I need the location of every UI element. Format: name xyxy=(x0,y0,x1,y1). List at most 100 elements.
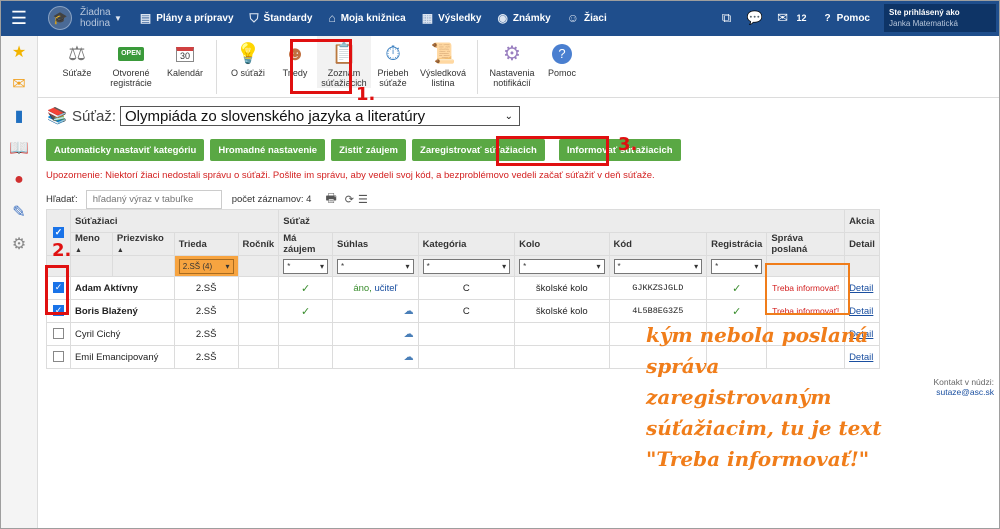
registration-check-icon: ✓ xyxy=(706,276,768,300)
kategoria-filter-select[interactable]: * ▾ xyxy=(422,258,511,274)
nav-library[interactable]: ⌂ Moja knižnica xyxy=(328,11,405,25)
person-icon: ☻ xyxy=(284,43,306,65)
auto-category-button[interactable]: Automaticky nastaviť kategóriu xyxy=(46,139,205,161)
nav-standards[interactable]: ⛉ Štandardy xyxy=(250,11,313,26)
sort-asc-icon: ▲ xyxy=(74,247,82,254)
tool-notification-settings[interactable]: ⚙ Nastavenia notifikácií xyxy=(484,36,540,88)
table-row: ✓ Adam Aktívny 2.SŠ ✓ áno, učiteľ C škol… xyxy=(46,276,880,300)
column-header-priezvisko[interactable]: Priezvisko ▲ xyxy=(111,232,175,256)
group-header-students: Súťažiaci xyxy=(69,209,280,233)
row-select-cell: ✓ xyxy=(46,276,71,300)
nav-plans[interactable]: ▤ Plány a prípravy xyxy=(140,11,234,25)
registracia-filter-select[interactable]: * ▾ xyxy=(711,258,763,274)
row-checkbox[interactable] xyxy=(52,328,64,340)
column-header-trieda[interactable]: Trieda xyxy=(173,232,239,256)
cloud-upload-icon[interactable]: ☁ xyxy=(404,306,414,317)
settings-gear-icon[interactable]: ⚙ xyxy=(0,228,38,260)
tool-contests[interactable]: ⚖ Súťaže xyxy=(52,36,102,78)
tool-about-contest[interactable]: 💡 O súťaži xyxy=(223,36,273,78)
column-header-rocnik[interactable]: Ročník xyxy=(237,232,280,256)
students-icon: ☺ xyxy=(566,11,579,25)
tool-open-registrations[interactable]: OPEN Otvorené registrácie xyxy=(102,36,160,88)
grades-icon: ◉ xyxy=(497,11,508,25)
column-header-kod[interactable]: Kód xyxy=(608,232,708,256)
column-header-registracia[interactable]: Registrácia xyxy=(706,232,768,256)
book-icon[interactable]: ▮ xyxy=(0,100,38,132)
open-book-icon[interactable]: 📖 xyxy=(0,132,38,164)
contest-select[interactable]: Olympiáda zo slovenského jazyka a litera… xyxy=(119,106,520,126)
row-checkbox[interactable] xyxy=(52,351,64,363)
user-box[interactable]: Ste prihlásený ako Janka Matematická xyxy=(884,4,996,32)
nav-students[interactable]: ☺ Žiaci xyxy=(567,11,607,25)
student-name[interactable]: Cyril Cichý xyxy=(69,322,175,346)
zaujem-filter-select[interactable]: * ▾ xyxy=(283,258,329,274)
user-name: Janka Matematická xyxy=(889,19,958,28)
kod-filter-select[interactable]: * ▾ xyxy=(613,258,703,274)
cloud-upload-icon[interactable]: ☁ xyxy=(404,352,414,363)
screen-share-icon[interactable]: ⧉ xyxy=(713,10,741,26)
chevron-down-icon: ▾ xyxy=(320,261,325,271)
left-sidebar: ★ ✉ ▮ 📖 ● ✎ ⚙ xyxy=(0,36,38,529)
help-button[interactable]: ? Pomoc xyxy=(825,13,870,24)
detail-link[interactable]: Detail xyxy=(849,306,873,317)
student-name[interactable]: Boris Blažený xyxy=(69,299,175,323)
annotation-note: kým nebola poslaná správa zaregistrovaný… xyxy=(646,323,882,471)
cloud-upload-icon[interactable]: ☁ xyxy=(404,329,414,340)
find-interest-button[interactable]: Zistiť záujem xyxy=(331,139,407,161)
column-header-suhlas[interactable]: Súhlas xyxy=(332,232,419,256)
student-class: 2.SŠ xyxy=(173,276,239,300)
columns-icon[interactable]: ☰ xyxy=(358,193,368,206)
kolo-filter-select[interactable]: * ▾ xyxy=(519,258,605,274)
suhlas-filter-select[interactable]: * ▾ xyxy=(337,258,414,274)
school-logo-icon[interactable]: 🎓 xyxy=(48,6,72,30)
tool-results-list[interactable]: 📜 Výsledková listina xyxy=(415,36,471,88)
discussion-icon[interactable]: ● xyxy=(0,164,38,196)
results-icon: ▦ xyxy=(421,11,434,25)
plans-icon: ▤ xyxy=(139,11,152,25)
column-header-zaujem[interactable]: Má záujem xyxy=(278,232,334,256)
column-header-meno[interactable]: Meno ▲ xyxy=(69,232,113,256)
chevron-down-icon: ▾ xyxy=(694,261,699,271)
gear-icon: ⚙ xyxy=(503,43,521,65)
pen-icon[interactable]: ✎ xyxy=(0,196,38,228)
lesson-selector[interactable]: Žiadna hodina xyxy=(80,7,112,29)
student-name[interactable]: Adam Aktívny xyxy=(69,276,175,300)
chat-icon[interactable]: 💬 xyxy=(741,10,769,26)
tool-calendar[interactable]: 30 Kalendár xyxy=(160,36,210,78)
menu-icon[interactable]: ☰ xyxy=(0,0,38,36)
bulk-setting-button[interactable]: Hromadné nastavenie xyxy=(210,139,326,161)
library-icon: ⌂ xyxy=(328,11,336,25)
trieda-filter-select[interactable]: 2.SŠ (4) ▾ xyxy=(178,258,234,274)
scales-icon: ⚖ xyxy=(68,43,86,65)
star-icon[interactable]: ★ xyxy=(0,36,38,68)
column-header-sprava[interactable]: Správa poslaná xyxy=(766,232,846,256)
search-label: Hľadať: xyxy=(46,193,78,205)
chevron-down-icon: ⌄ xyxy=(504,110,513,122)
tool-contestant-list[interactable]: 📋 Zoznam súťažiacich xyxy=(317,36,371,88)
mail-icon[interactable]: ✉ xyxy=(0,68,38,100)
detail-link[interactable]: Detail xyxy=(849,283,873,294)
search-input[interactable] xyxy=(85,189,222,209)
clipboard-icon: 📋 xyxy=(331,43,357,65)
column-header-kategoria[interactable]: Kategória xyxy=(417,232,516,256)
contact-email[interactable]: sutaze@asc.sk xyxy=(934,387,994,397)
print-icon[interactable]: 🖶 xyxy=(325,189,336,210)
tool-classes[interactable]: ☻ Triedy xyxy=(273,36,317,78)
messages-icon[interactable]: ✉ xyxy=(769,10,797,26)
annotation-number-3: 3. xyxy=(618,134,638,155)
student-class: 2.SŠ xyxy=(173,345,239,369)
row-checkbox[interactable]: ✓ xyxy=(52,282,64,294)
consent-teacher-link[interactable]: učiteľ xyxy=(374,283,397,294)
annotation-number-2: 2. xyxy=(52,240,72,261)
register-contestants-button[interactable]: Zaregistrovať súťažiacich xyxy=(412,139,545,161)
tool-contest-progress[interactable]: ⏱ Priebeh súťaže xyxy=(371,36,415,88)
row-checkbox[interactable]: ✓ xyxy=(52,305,64,317)
nav-results[interactable]: ▦ Výsledky xyxy=(422,11,482,25)
refresh-icon[interactable]: ⟳ xyxy=(345,193,354,206)
chevron-down-icon[interactable]: ▼ xyxy=(114,14,122,23)
select-all-checkbox[interactable]: ✓ xyxy=(52,226,64,238)
tool-help[interactable]: ? Pomoc xyxy=(540,36,584,78)
nav-grades[interactable]: ◉ Známky xyxy=(497,11,550,25)
student-name[interactable]: Emil Emancipovaný xyxy=(69,345,175,369)
column-header-kolo[interactable]: Kolo xyxy=(514,232,610,256)
